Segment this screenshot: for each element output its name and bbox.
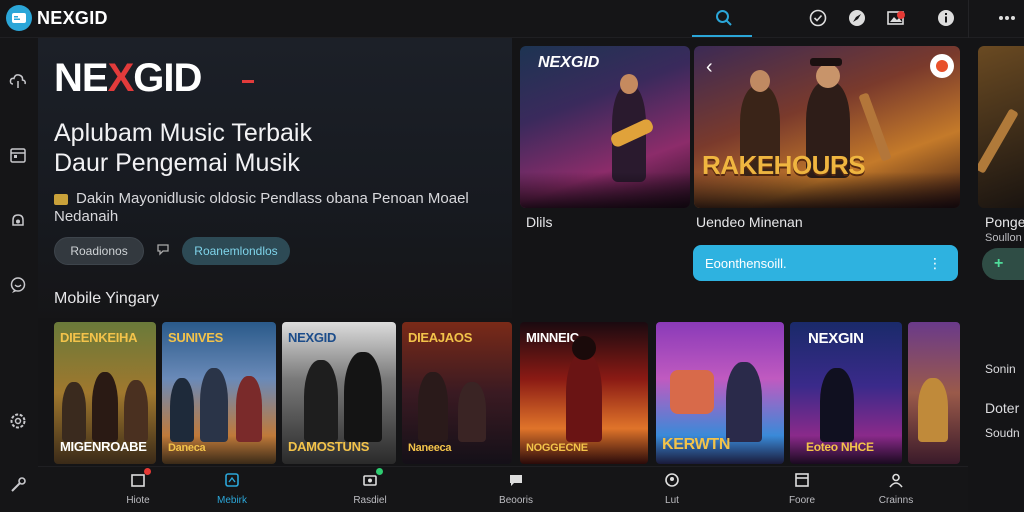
poster-card[interactable]: NEXGIN Eoteo NHCE (790, 322, 902, 464)
home-icon (129, 468, 151, 489)
app-name[interactable]: NEXGID (37, 8, 108, 29)
musician-head-2 (816, 64, 840, 88)
image-icon[interactable] (884, 6, 908, 30)
featured-card-3[interactable] (978, 46, 1024, 208)
poster-card[interactable]: MINNEIC NOGGECNE (520, 322, 648, 464)
poster-caption: Daneca (168, 442, 206, 454)
poster-card[interactable]: DIEENKEIHA MIGENROABE (54, 322, 156, 464)
poster-caption: DAMOSTUNS (288, 439, 370, 454)
featured-card-logo: NEXGID (538, 54, 600, 71)
featured-caption-1: Dlils (526, 214, 553, 230)
chevron-left-icon[interactable]: ‹ (706, 56, 713, 79)
settings-icon[interactable] (7, 410, 29, 432)
hat-shape (810, 58, 842, 66)
check-circle-icon[interactable] (806, 6, 830, 30)
cta-button[interactable]: Eoonthensoill. ⋮ (693, 245, 958, 281)
hero-logo-accent (242, 80, 254, 83)
add-button[interactable]: + (982, 248, 1024, 280)
top-bar: NEXGID (0, 0, 1024, 38)
hero-title: Aplubam Music Terbaik Daur Pengemai Musi… (54, 119, 312, 177)
calendar-icon[interactable] (7, 144, 29, 166)
crowd-silhouette (520, 172, 690, 208)
poster-card[interactable] (908, 322, 960, 464)
poster-caption: KERWTN (662, 436, 731, 453)
notification-dot (897, 11, 905, 19)
hero-section: NEXGID Aplubam Music Terbaik Daur Pengem… (38, 38, 512, 318)
more-icon[interactable] (995, 6, 1019, 30)
poster-card[interactable]: DIEAJAOS Naneeca (402, 322, 512, 464)
bottom-navigation: Hiote Mebirk Rasdiel Beooris Lut Foore C… (38, 466, 968, 512)
section-title: Mobile Yingary (54, 290, 159, 307)
app-logo-icon[interactable] (6, 5, 32, 31)
library-icon (223, 471, 241, 489)
bell-icon[interactable] (7, 210, 29, 232)
avatar[interactable] (930, 54, 954, 78)
profile-icon (887, 471, 905, 489)
nav-item-home[interactable]: Hiote (108, 468, 168, 506)
chat-bubble-icon[interactable] (7, 274, 29, 296)
poster-title: SUNIVES (168, 330, 223, 345)
nav-item-window[interactable]: Foore (772, 471, 832, 506)
guitarist-head (620, 74, 638, 94)
poster-title: NEXGID (288, 330, 337, 345)
cta-label: Eoonthensoill. (705, 255, 787, 271)
wrench-icon[interactable] (9, 476, 27, 499)
poster-caption: Eoteo NHCE (806, 440, 874, 454)
nav-item-radio[interactable]: Rasdiel (340, 468, 400, 506)
nav-item-user[interactable]: Lut (642, 471, 702, 506)
featured-caption-3: Ponge (985, 214, 1024, 230)
logo-glyph-icon (12, 13, 26, 23)
poster-caption: NOGGECNE (526, 442, 588, 454)
poster-title: MINNEIC (526, 330, 579, 345)
radio-icon (361, 468, 383, 489)
featured-subcaption-3: Soullon (985, 232, 1022, 244)
secondary-button[interactable]: Roanemlondlos (182, 237, 290, 265)
poster-card[interactable]: KERWTN (656, 322, 784, 464)
side-list-item[interactable]: Doter (985, 400, 1019, 416)
compass-icon[interactable] (845, 6, 869, 30)
poster-card[interactable]: SUNIVES Daneca (162, 322, 276, 464)
hero-logo: NEXGID (54, 56, 202, 100)
search-icon[interactable] (712, 6, 736, 30)
side-list-item[interactable]: Sonin (985, 362, 1016, 376)
cloud-icon[interactable] (7, 70, 29, 92)
poster-title: DIEAJAOS (408, 330, 473, 345)
poster-title: NEXGIN (808, 330, 864, 347)
window-icon (793, 471, 811, 489)
poster-card[interactable]: NEXGID DAMOSTUNS (282, 322, 396, 464)
search-active-indicator (692, 35, 752, 37)
poster-title: DIEENKEIHA (60, 330, 138, 345)
poster-caption: MIGENROABE (60, 439, 147, 454)
poster-caption: Naneeca (408, 442, 452, 454)
featured-caption-2: Uendeo Minenan (696, 214, 803, 230)
guitar-neck-shape (978, 108, 1019, 174)
user-icon (663, 471, 681, 489)
comment-icon[interactable] (156, 242, 172, 258)
nav-item-chat[interactable]: Beooris (486, 471, 546, 506)
left-rail (0, 38, 38, 512)
nav-item-library[interactable]: Mebirk (202, 471, 262, 506)
chat-icon (507, 471, 525, 489)
side-list-item[interactable]: Soudn (985, 426, 1020, 440)
featured-card-2[interactable]: ‹ RAKEHOURS (694, 46, 960, 208)
musician-head-1 (750, 70, 770, 92)
featured-card-1[interactable]: NEXGID (520, 46, 690, 208)
topbar-divider (968, 0, 969, 38)
more-vertical-icon[interactable]: ⋮ (928, 255, 942, 272)
nav-item-profile[interactable]: Crainns (866, 471, 926, 506)
hero-description: Dakin Mayonidlusic oldosic Pendlass oban… (54, 190, 469, 225)
primary-button[interactable]: Roadionos (54, 237, 144, 265)
info-icon[interactable] (934, 6, 958, 30)
crowd-silhouette (694, 172, 960, 208)
